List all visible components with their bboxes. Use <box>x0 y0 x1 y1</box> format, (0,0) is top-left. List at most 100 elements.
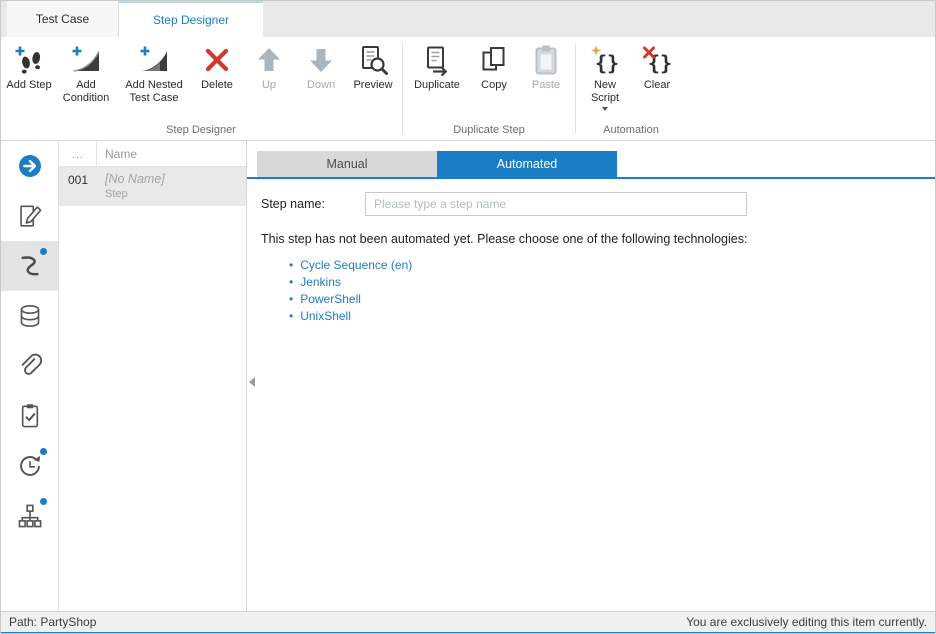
delete-button[interactable]: Delete <box>191 41 243 95</box>
technology-link-jenkins[interactable]: Jenkins <box>300 275 341 289</box>
step-name-row: Step name: <box>261 192 935 216</box>
tab-step-designer-label: Step Designer <box>153 13 229 27</box>
step-row-type: Step <box>105 188 246 200</box>
duplicate-label: Duplicate <box>414 79 460 92</box>
new-script-dropdown-caret[interactable] <box>602 107 608 111</box>
ribbon-group-label-step-designer: Step Designer <box>3 123 399 140</box>
ribbon-group-automation: {} New Script {} Clear <box>579 37 683 140</box>
down-button[interactable]: Down <box>295 41 347 95</box>
left-sidebar <box>1 141 59 611</box>
add-condition-label: Add Condition <box>57 79 115 105</box>
up-arrow-icon <box>253 44 285 76</box>
step-editor: Manual Automated Step name: This step ha… <box>247 141 935 611</box>
technology-link-cycle-sequence[interactable]: Cycle Sequence (en) <box>300 258 412 272</box>
ribbon-group-duplicate-step: Duplicate Copy <box>406 37 572 140</box>
technology-item: • Jenkins <box>289 273 935 290</box>
step-row-number: 001 <box>59 172 97 200</box>
data-icon <box>17 303 43 329</box>
sidebar-item-attachments[interactable] <box>1 341 58 391</box>
edit-step-icon <box>17 203 43 229</box>
ribbon-group-duplicate-step-buttons: Duplicate Copy <box>406 37 572 123</box>
add-step-icon <box>13 44 45 76</box>
technology-link-powershell[interactable]: PowerShell <box>300 292 361 306</box>
tab-manual-label: Manual <box>327 157 368 171</box>
navigate-icon <box>17 153 43 179</box>
ribbon-separator <box>575 43 576 134</box>
step-name-label: Step name: <box>261 197 365 211</box>
copy-icon <box>478 44 510 76</box>
technology-item: • UnixShell <box>289 307 935 324</box>
collapse-panel-handle[interactable] <box>249 377 255 387</box>
notification-badge <box>40 248 47 255</box>
content-area: … Name 001 [No Name] Step Manual Automat… <box>1 141 935 611</box>
tab-underline <box>247 177 935 179</box>
ribbon-group-automation-buttons: {} New Script {} Clear <box>579 37 683 123</box>
tab-test-case[interactable]: Test Case <box>7 1 119 37</box>
automation-message: This step has not been automated yet. Pl… <box>261 232 935 246</box>
tab-automated[interactable]: Automated <box>437 151 617 177</box>
history-icon <box>17 453 43 479</box>
technology-item: • Cycle Sequence (en) <box>289 256 935 273</box>
step-name-input[interactable] <box>365 192 747 216</box>
duplicate-icon <box>421 44 453 76</box>
tab-automated-label: Automated <box>497 157 557 171</box>
add-condition-button[interactable]: Add Condition <box>55 41 117 108</box>
sidebar-item-navigate[interactable] <box>1 141 58 191</box>
paste-icon <box>530 44 562 76</box>
preview-button[interactable]: Preview <box>347 41 399 95</box>
paste-label: Paste <box>532 79 560 92</box>
bullet-icon: • <box>289 292 293 306</box>
status-editing-notice: You are exclusively editing this item cu… <box>686 615 927 629</box>
sidebar-item-data[interactable] <box>1 291 58 341</box>
bullet-icon: • <box>289 275 293 289</box>
paste-button[interactable]: Paste <box>520 41 572 95</box>
status-bar: Path: PartyShop You are exclusively edit… <box>1 611 935 634</box>
sidebar-item-history[interactable] <box>1 441 58 491</box>
notification-badge <box>40 498 47 505</box>
step-designer-icon <box>17 253 43 279</box>
copy-button[interactable]: Copy <box>468 41 520 95</box>
preview-icon <box>357 44 389 76</box>
duplicate-button[interactable]: Duplicate <box>406 41 468 95</box>
clear-label: Clear <box>644 79 670 92</box>
add-nested-test-case-button[interactable]: Add Nested Test Case <box>117 41 191 108</box>
top-tab-bar: Test Case Step Designer <box>1 1 935 37</box>
up-button[interactable]: Up <box>243 41 295 95</box>
new-script-button[interactable]: {} New Script <box>579 41 631 114</box>
add-nested-test-case-label: Add Nested Test Case <box>119 79 189 105</box>
sidebar-item-checklist[interactable] <box>1 391 58 441</box>
up-label: Up <box>262 79 276 92</box>
sidebar-item-step-designer[interactable] <box>1 241 58 291</box>
new-script-icon: {} <box>589 44 621 76</box>
steps-list-header: … Name <box>59 141 246 167</box>
step-row-name: [No Name] <box>105 172 246 186</box>
ribbon-group-step-designer: Add Step Add Condition <box>3 37 399 140</box>
bullet-icon: • <box>289 309 293 323</box>
add-step-button[interactable]: Add Step <box>3 41 55 95</box>
ribbon-group-label-duplicate-step: Duplicate Step <box>406 123 572 140</box>
steps-column-index[interactable]: … <box>59 141 97 166</box>
add-condition-icon <box>70 44 102 76</box>
attachments-icon <box>17 353 43 379</box>
new-script-label: New Script <box>581 79 629 105</box>
svg-text:{}: {} <box>595 51 619 75</box>
bullet-icon: • <box>289 258 293 272</box>
checklist-icon <box>17 403 43 429</box>
step-row-main: [No Name] Step <box>97 172 246 200</box>
status-path: Path: PartyShop <box>9 615 96 629</box>
tab-step-designer[interactable]: Step Designer <box>119 1 263 37</box>
ribbon: Add Step Add Condition <box>1 37 935 141</box>
tab-manual[interactable]: Manual <box>257 151 437 177</box>
down-arrow-icon <box>305 44 337 76</box>
sidebar-item-dependencies[interactable] <box>1 491 58 541</box>
step-row[interactable]: 001 [No Name] Step <box>59 167 246 206</box>
clear-button[interactable]: {} Clear <box>631 41 683 95</box>
steps-column-name[interactable]: Name <box>97 147 137 161</box>
sidebar-item-edit[interactable] <box>1 191 58 241</box>
technology-link-unixshell[interactable]: UnixShell <box>300 309 351 323</box>
steps-list-panel: … Name 001 [No Name] Step <box>59 141 247 611</box>
down-label: Down <box>307 79 335 92</box>
notification-badge <box>40 448 47 455</box>
ribbon-group-label-automation: Automation <box>579 123 683 140</box>
add-nested-test-case-icon <box>138 44 170 76</box>
